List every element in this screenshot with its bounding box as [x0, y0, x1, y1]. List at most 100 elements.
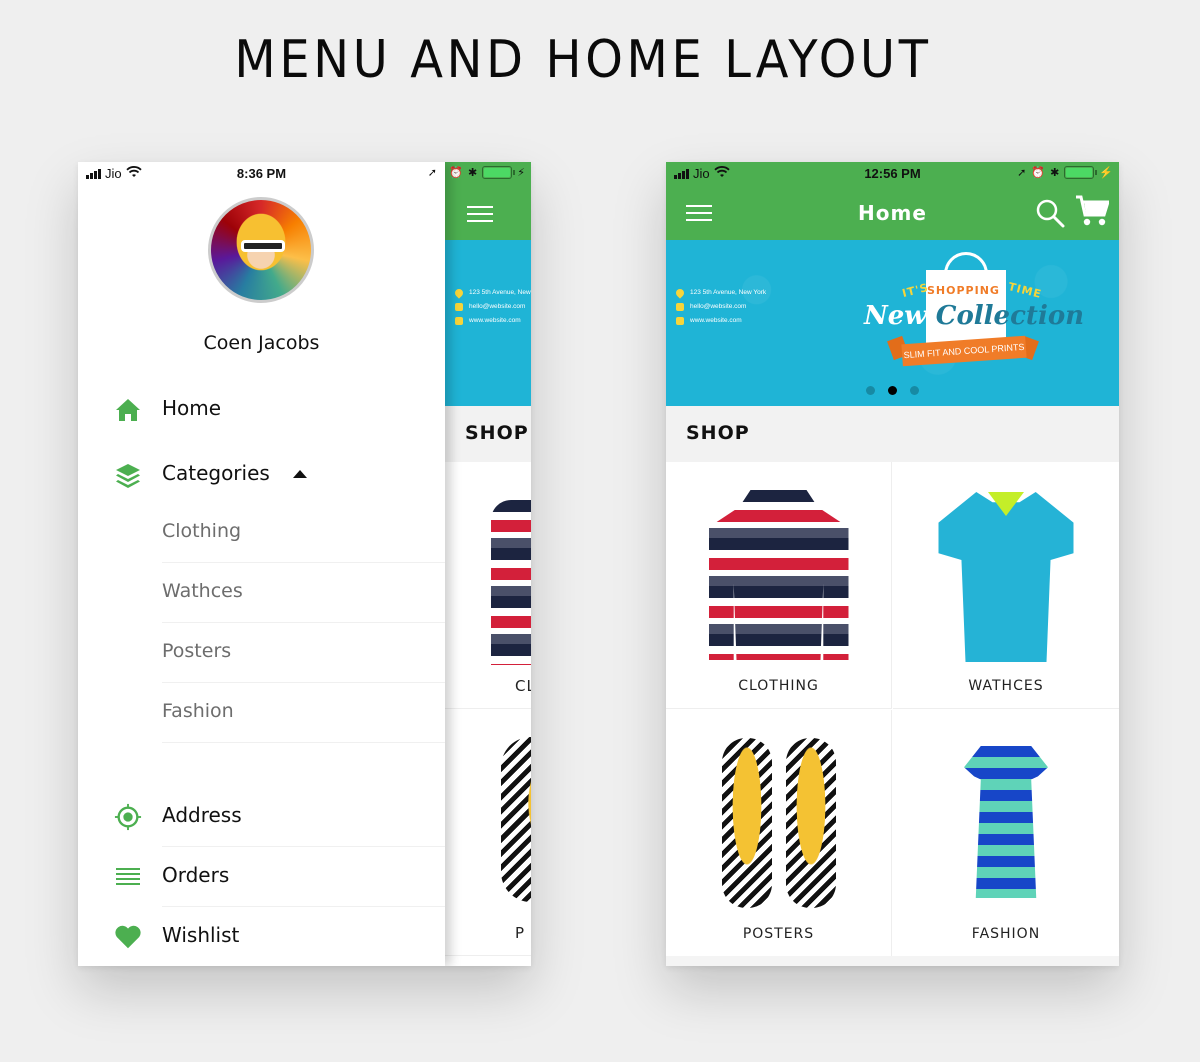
battery-icon: [482, 166, 516, 179]
home-icon: [114, 396, 142, 424]
posters-image: [501, 737, 531, 902]
menu-item-home[interactable]: Home: [78, 382, 445, 438]
banner-contact-info: 123 5th Avenue, New York hello@website.c…: [674, 286, 767, 328]
status-time: 8:36 PM: [236, 166, 287, 181]
avatar-glasses: [241, 240, 285, 252]
cart-button[interactable]: [1075, 195, 1111, 231]
category-label: P: [515, 924, 526, 942]
address-text: 123 5th Avenue, New York: [690, 289, 767, 296]
email-text: hello@website.com: [469, 303, 526, 310]
bottom-edge: [666, 956, 1119, 966]
carousel-dot[interactable]: [910, 386, 919, 395]
menu-phone-screen: ⏰ ✱ ⚡ 123 5th Avenue, New hello@website.…: [78, 162, 531, 966]
category-tile[interactable]: CL: [445, 462, 531, 709]
mail-icon: [455, 303, 463, 311]
shop-header: SHOP: [445, 406, 531, 462]
headline-collection: Collection: [935, 301, 1085, 331]
submenu-item-clothing[interactable]: Clothing: [162, 503, 445, 563]
submenu-item-fashion[interactable]: Fashion: [162, 683, 445, 743]
fashion-image: [964, 746, 1048, 898]
home-phone-screen: Jio 12:56 PM ➚ ⏰ ✱ ⚡ Home 123 5th Avenue…: [666, 162, 1119, 966]
category-label: WATHCES: [968, 678, 1044, 694]
website-text: www.website.com: [469, 317, 521, 324]
status-bar: Jio 8:36 PM ➚: [78, 162, 445, 186]
clothing-image: [491, 500, 531, 665]
caret-up-icon[interactable]: [293, 470, 307, 478]
category-tile-fashion[interactable]: FASHION: [893, 710, 1119, 957]
charging-icon: ⚡: [1099, 167, 1113, 179]
headline-new: New: [864, 301, 927, 331]
location-icon: [674, 287, 686, 299]
banner-contact-info: 123 5th Avenue, New hello@website.com ww…: [453, 286, 531, 328]
email-text: hello@website.com: [690, 303, 747, 310]
submenu-label: Fashion: [162, 700, 234, 722]
carousel-dot[interactable]: [866, 386, 875, 395]
category-label: POSTERS: [742, 926, 815, 942]
list-icon: [114, 863, 142, 891]
bluetooth-icon: ✱: [1050, 167, 1060, 179]
heart-icon: [114, 923, 142, 951]
home-screen-behind-drawer: ⏰ ✱ ⚡ 123 5th Avenue, New hello@website.…: [445, 162, 531, 966]
banner-carousel[interactable]: 123 5th Avenue, New York hello@website.c…: [666, 240, 1119, 406]
promo-headline: New Collection: [864, 301, 1084, 331]
watches-image: [938, 492, 1074, 662]
menu-label: Home: [162, 396, 222, 420]
submenu-label: Clothing: [162, 520, 242, 542]
battery-icon: [1064, 166, 1098, 179]
carousel-dot-active[interactable]: [888, 386, 897, 395]
status-icons: ⏰ ✱ ⚡: [449, 166, 525, 179]
menu-item-categories[interactable]: Categories: [78, 447, 445, 503]
menu-label: Orders: [162, 863, 230, 887]
submenu-label: Posters: [162, 640, 232, 662]
menu-item-orders[interactable]: Orders: [78, 849, 445, 905]
category-label: CLOTHING: [738, 678, 819, 694]
mail-icon: [676, 303, 684, 311]
promo-ribbon: SLIM FIT AND COOL PRINTS: [901, 335, 1027, 367]
shoe-right: [785, 738, 836, 908]
charging-icon: ⚡: [517, 166, 525, 179]
category-tile-clothing[interactable]: CLOTHING: [666, 462, 892, 709]
hamburger-icon: [467, 206, 493, 222]
shop-header: SHOP: [666, 406, 1119, 462]
shoe-left: [721, 738, 772, 908]
cart-icon: [1076, 195, 1111, 226]
menu-item-wishlist[interactable]: Wishlist: [78, 909, 445, 965]
layers-icon: [114, 461, 142, 489]
category-label: CL: [515, 677, 531, 695]
submenu-item-watches[interactable]: Wathces: [162, 563, 445, 623]
promo-shopping: SHOPPING: [927, 284, 1000, 297]
location-icon: ➚: [427, 167, 437, 179]
alarm-icon: ⏰: [449, 166, 464, 179]
search-button[interactable]: [1035, 198, 1065, 232]
divider: [162, 846, 445, 847]
bluetooth-icon: ✱: [468, 166, 478, 179]
submenu-label: Wathces: [162, 580, 243, 602]
category-tile-posters[interactable]: POSTERS: [666, 710, 892, 957]
category-tile[interactable]: P: [445, 709, 531, 956]
posters-image: [719, 738, 839, 908]
address-text: 123 5th Avenue, New: [469, 289, 531, 296]
location-icon: ➚: [1017, 167, 1027, 179]
globe-icon: [455, 317, 463, 325]
location-icon: [453, 287, 465, 299]
menu-label: Address: [162, 803, 242, 827]
page-title: MENU AND HOME LAYOUT: [234, 30, 932, 90]
user-name: Coen Jacobs: [203, 332, 320, 354]
website-text: www.website.com: [690, 317, 742, 324]
divider: [162, 906, 445, 907]
menu-item-address[interactable]: Address: [78, 789, 445, 845]
hamburger-menu-button[interactable]: [467, 206, 493, 226]
clothing-image: [708, 490, 849, 660]
category-label: FASHION: [971, 926, 1041, 942]
status-icons: ➚ ⏰ ✱ ⚡: [1017, 166, 1113, 179]
search-icon: [1036, 199, 1065, 228]
submenu-item-posters[interactable]: Posters: [162, 623, 445, 683]
menu-label: Categories: [162, 461, 270, 485]
menu-label: Wishlist: [162, 923, 240, 947]
avatar[interactable]: [208, 197, 314, 303]
globe-icon: [676, 317, 684, 325]
navigation-drawer: Jio 8:36 PM ➚ Coen Jacobs Home Categorie…: [78, 162, 445, 966]
banner-carousel[interactable]: 123 5th Avenue, New hello@website.com ww…: [445, 240, 531, 406]
category-tile-watches[interactable]: WATHCES: [893, 462, 1119, 709]
alarm-icon: ⏰: [1031, 167, 1046, 179]
